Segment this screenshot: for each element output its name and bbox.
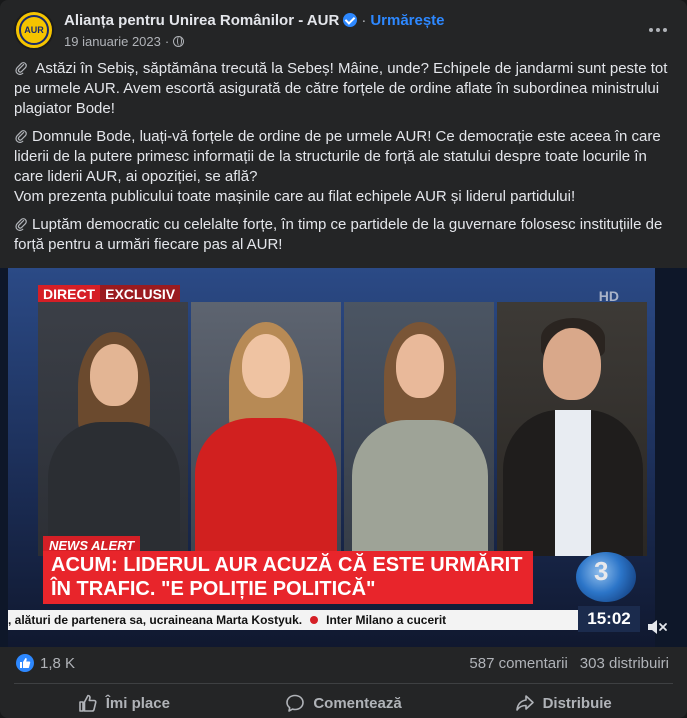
news-ticker: , alături de partenera sa, ucraineana Ma… xyxy=(8,610,578,630)
person-body xyxy=(352,420,488,556)
like-count[interactable]: 1,8 K xyxy=(40,655,75,672)
paragraph-1: Astăzi în Sebiș, săptămâna trecută la Se… xyxy=(14,59,674,119)
paragraph-2-text: Domnule Bode, luați-vă forțele de ordine… xyxy=(14,128,661,185)
comment-share-stats: 587 comentarii 303 distribuiri xyxy=(469,655,669,672)
headline-line-1: ACUM: LIDERUL AUR ACUZĂ CĂ ESTE URMĂRIT xyxy=(51,554,523,576)
aur-logo: AUR xyxy=(19,15,49,45)
presenter-panel-2 xyxy=(191,302,341,556)
thumbs-up-icon xyxy=(78,694,97,712)
broadcast-tags: DIRECT EXCLUSIV xyxy=(38,285,181,303)
more-dot-icon xyxy=(663,28,667,32)
person-face xyxy=(396,334,444,398)
post-text: Astăzi în Sebiș, săptămâna trecută la Se… xyxy=(14,59,674,263)
post-meta: 19 ianuarie 2023 · xyxy=(64,34,185,49)
ticker-separator-icon xyxy=(310,616,319,624)
separator: · xyxy=(361,12,367,29)
channel-logo-text: 3 xyxy=(594,556,609,586)
tag-exclusive: EXCLUSIV xyxy=(100,285,181,303)
more-dot-icon xyxy=(656,28,660,32)
comment-label: Comentează xyxy=(313,694,402,712)
headline-banner: ACUM: LIDERUL AUR ACUZĂ CĂ ESTE URMĂRIT … xyxy=(43,551,533,604)
person-face xyxy=(543,328,601,400)
action-bar: Îmi place Comentează Distribuie xyxy=(14,688,673,718)
paragraph-4-text: Luptăm democratic cu celelalte forțe, în… xyxy=(14,216,663,253)
post-header: AUR Alianța pentru Unirea Românilor - AU… xyxy=(14,10,674,52)
presenter-panel-3 xyxy=(344,302,494,556)
share-button[interactable]: Distribuie xyxy=(453,688,673,718)
page-avatar[interactable]: AUR xyxy=(14,10,54,50)
like-label: Îmi place xyxy=(105,694,170,712)
tag-direct: DIRECT xyxy=(38,285,101,303)
broadcast-clock: 15:02 xyxy=(578,606,640,632)
comment-button[interactable]: Comentează xyxy=(234,688,454,718)
paragraph-2: Domnule Bode, luați-vă forțele de ordine… xyxy=(14,127,674,207)
divider xyxy=(14,683,673,684)
ticker-right: Inter Milano a cucerit xyxy=(326,613,447,627)
verified-badge-icon xyxy=(343,13,358,27)
presenter-panel-1 xyxy=(38,302,188,556)
guest-panel xyxy=(497,302,647,556)
person-face xyxy=(90,344,138,406)
post-card: AUR Alianța pentru Unirea Românilor - AU… xyxy=(0,0,687,718)
paragraph-3-text: Vom prezenta publicului toate mașinile c… xyxy=(14,188,576,205)
more-options-button[interactable] xyxy=(646,18,670,42)
paperclip-icon xyxy=(15,218,27,231)
more-dot-icon xyxy=(649,28,653,32)
paperclip-icon xyxy=(15,130,27,143)
post-date[interactable]: 19 ianuarie 2023 xyxy=(64,34,161,49)
share-icon xyxy=(515,695,534,711)
mute-icon[interactable] xyxy=(646,618,668,636)
paragraph-4: Luptăm democratic cu celelalte forțe, în… xyxy=(14,215,674,255)
person-body xyxy=(195,418,337,556)
page-name-row: Alianța pentru Unirea Românilor - AUR · Ur… xyxy=(64,12,445,29)
avatar-text: AUR xyxy=(24,25,44,35)
person-face xyxy=(242,334,290,398)
channel-logo-icon: 3 xyxy=(576,552,636,602)
video-player[interactable]: DIRECT EXCLUSIV HD NEWS ALERT ACUM: LIDE… xyxy=(0,268,687,647)
engagement-stats: 1,8 K 587 comentarii 303 distribuiri xyxy=(16,653,671,677)
share-count[interactable]: 303 distribuiri xyxy=(580,655,669,672)
video-frame: DIRECT EXCLUSIV HD NEWS ALERT ACUM: LIDE… xyxy=(8,268,655,647)
follow-button[interactable]: Urmărește xyxy=(370,12,444,29)
comment-count[interactable]: 587 comentarii xyxy=(469,655,567,672)
paragraph-1-text: Astăzi în Sebiș, săptămâna trecută la Se… xyxy=(14,60,668,117)
globe-icon[interactable] xyxy=(173,36,185,47)
headline-line-2: ÎN TRAFIC. "E POLIȚIE POLITICĂ" xyxy=(51,578,376,600)
paperclip-icon xyxy=(15,62,27,75)
like-button[interactable]: Îmi place xyxy=(14,688,234,718)
person-shirt xyxy=(555,410,591,556)
comment-icon xyxy=(286,694,305,712)
ticker-left: , alături de partenera sa, ucraineana Ma… xyxy=(8,613,303,627)
page-name[interactable]: Alianța pentru Unirea Românilor - AUR xyxy=(64,12,339,29)
like-reaction-icon[interactable] xyxy=(16,654,34,672)
meta-separator: · xyxy=(164,34,170,49)
share-label: Distribuie xyxy=(542,694,612,712)
